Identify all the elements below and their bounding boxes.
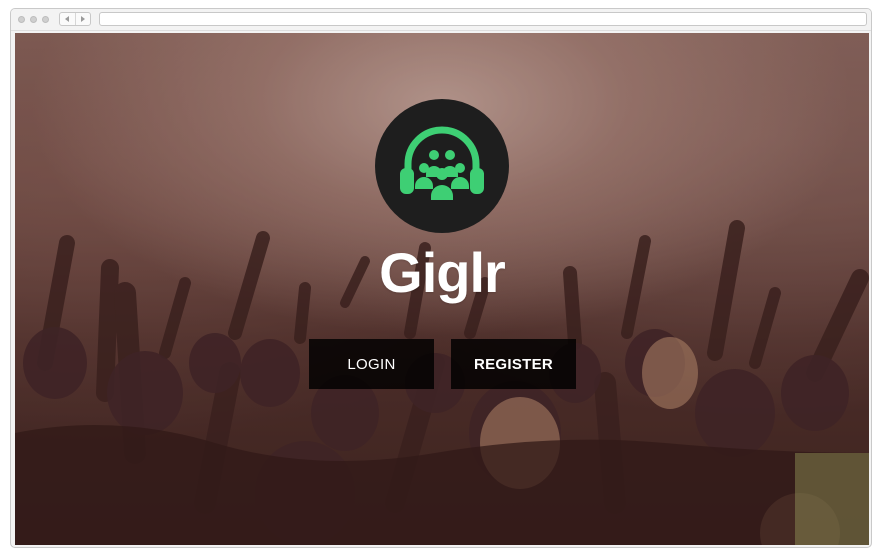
- maximize-window-dot[interactable]: [42, 16, 49, 23]
- browser-window: Giglr LOGIN REGISTER: [10, 8, 872, 548]
- login-button[interactable]: LOGIN: [309, 339, 434, 389]
- close-window-dot[interactable]: [18, 16, 25, 23]
- brand-name: Giglr: [379, 241, 506, 304]
- landing-page: Giglr LOGIN REGISTER: [15, 33, 869, 545]
- address-bar[interactable]: [99, 12, 867, 26]
- headphones-crowd-icon: [400, 126, 484, 200]
- forward-arrow-icon: [80, 16, 85, 22]
- register-button[interactable]: REGISTER: [451, 339, 576, 389]
- forward-button[interactable]: [74, 13, 91, 25]
- back-arrow-icon: [65, 16, 70, 22]
- back-button[interactable]: [60, 13, 75, 25]
- brand-logo: [375, 99, 509, 233]
- history-nav: [59, 12, 91, 26]
- minimize-window-dot[interactable]: [30, 16, 37, 23]
- browser-toolbar: [11, 9, 871, 31]
